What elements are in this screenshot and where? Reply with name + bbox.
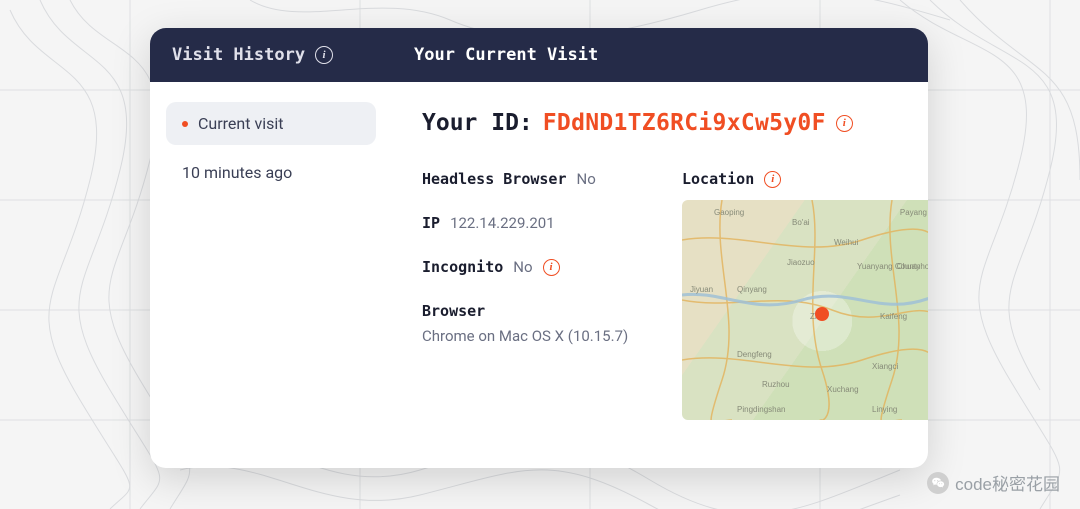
sidebar-item-past-visit[interactable]: 10 minutes ago [166, 151, 376, 194]
detail-value: 122.14.229.201 [450, 214, 555, 232]
id-value: FDdND1TZ6RCi9xCw5y0F [543, 110, 826, 136]
info-icon[interactable]: i [315, 46, 333, 64]
map-city-label: Jiaozuo [787, 258, 815, 267]
detail-headless: Headless Browser No [422, 170, 652, 188]
map-city-label: Jiyuan [690, 285, 713, 294]
map-city-label: Qinyang [737, 285, 767, 294]
sidebar-body: Current visit 10 minutes ago [150, 82, 392, 220]
detail-label: Headless Browser [422, 170, 567, 188]
detail-label: Browser [422, 302, 652, 320]
main-title: Your Current Visit [414, 45, 598, 65]
active-dot-icon [182, 121, 188, 127]
map-city-label: Bo'ai [792, 218, 810, 227]
sidebar-header: Visit History i [150, 28, 392, 82]
id-label: Your ID: [422, 110, 533, 136]
map-roads [682, 200, 928, 420]
location-header: Location i [682, 170, 928, 188]
location-label: Location [682, 170, 754, 188]
id-row: Your ID: FDdND1TZ6RCi9xCw5y0F i [422, 110, 928, 136]
detail-incognito: Incognito No i [422, 258, 652, 276]
watermark-text: code秘密花园 [955, 470, 1060, 495]
detail-browser: Browser Chrome on Mac OS X (10.15.7) [422, 302, 652, 347]
main-panel: Your Current Visit Your ID: FDdND1TZ6RCi… [392, 28, 928, 468]
map-city-label: Gaoping [714, 208, 744, 217]
map-city-label: Ruzhou [762, 380, 790, 389]
info-icon[interactable]: i [764, 171, 781, 188]
detail-ip: IP 122.14.229.201 [422, 214, 652, 232]
map-city-label: Payang [900, 208, 927, 217]
sidebar-item-current-visit[interactable]: Current visit [166, 102, 376, 145]
main-body: Your ID: FDdND1TZ6RCi9xCw5y0F i Headless… [392, 82, 928, 468]
watermark: code秘密花园 [927, 470, 1060, 495]
sidebar-title: Visit History [172, 45, 305, 65]
map-city-label: Pingdingshan [737, 405, 785, 414]
map-city-label: Dengfeng [737, 350, 772, 359]
wechat-icon [927, 472, 949, 494]
map-pin-icon [815, 307, 829, 321]
info-icon[interactable]: i [543, 259, 560, 276]
map-city-label: Linying [872, 405, 897, 414]
details-grid: Headless Browser No IP 122.14.229.201 In… [422, 170, 928, 420]
detail-value: No [513, 258, 532, 276]
map-city-label: Kaifeng [880, 312, 907, 321]
sidebar-item-label: 10 minutes ago [182, 163, 292, 182]
main-header: Your Current Visit [392, 28, 928, 82]
map-city-label: Xuchang [827, 385, 859, 394]
map-city-label: Chuanhoi [897, 262, 928, 271]
sidebar-item-label: Current visit [198, 114, 283, 133]
detail-label: Incognito [422, 258, 503, 276]
detail-value: Chrome on Mac OS X (10.15.7) [422, 326, 652, 347]
info-icon[interactable]: i [836, 115, 853, 132]
location-column: Location i [682, 170, 928, 420]
map[interactable]: Gaoping Bo'ai Payang Weihui Jiaozuo Yuan… [682, 200, 928, 420]
details-left: Headless Browser No IP 122.14.229.201 In… [422, 170, 652, 420]
sidebar: Visit History i Current visit 10 minutes… [150, 28, 392, 468]
main-card: Visit History i Current visit 10 minutes… [150, 28, 928, 468]
detail-label: IP [422, 214, 440, 232]
map-city-label: Xiangci [872, 362, 898, 371]
detail-value: No [577, 170, 596, 188]
map-city-label: Weihui [834, 238, 858, 247]
